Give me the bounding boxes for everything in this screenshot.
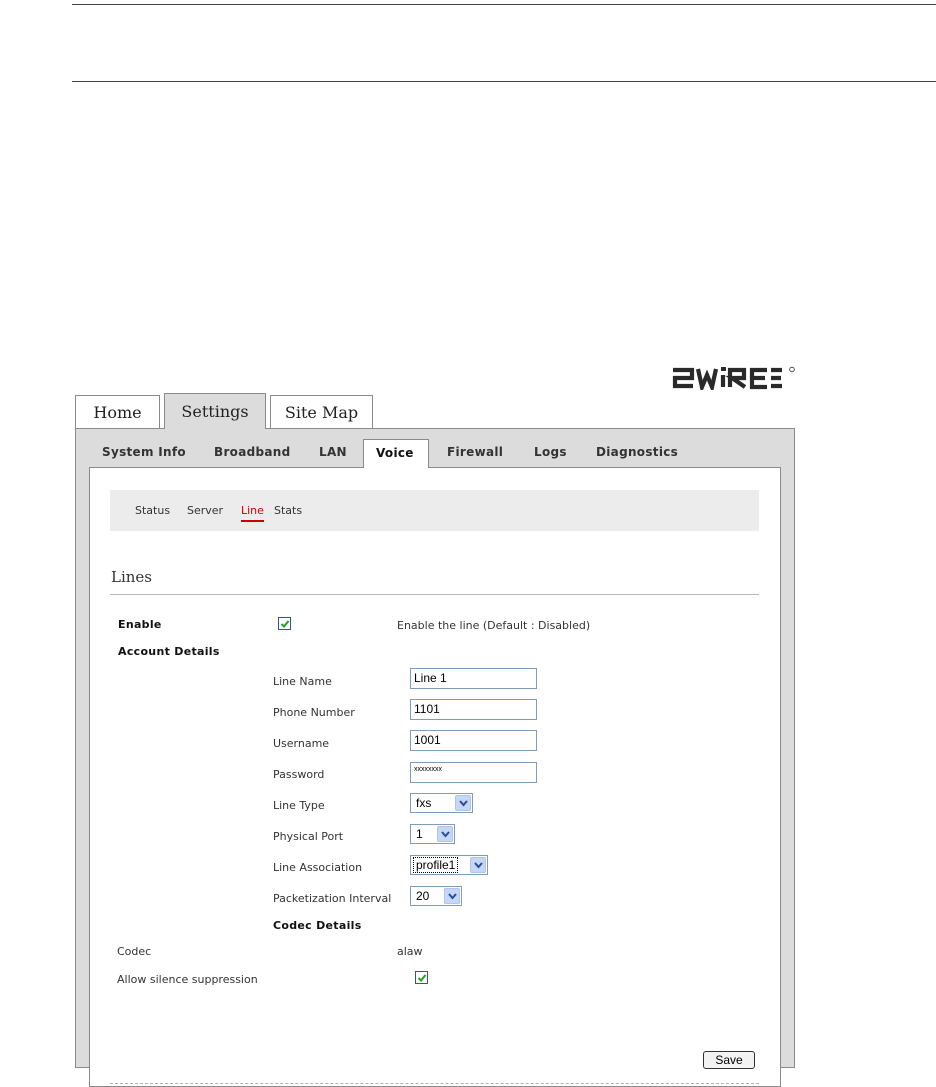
password-label: Password — [273, 768, 325, 781]
tab-settings-label: Settings — [181, 402, 249, 421]
enable-hint: Enable the line (Default : Disabled) — [397, 619, 591, 632]
subtab-diagnostics[interactable]: Diagnostics — [596, 445, 678, 459]
subtab-logs[interactable]: Logs — [534, 445, 567, 459]
checkmark-icon — [280, 620, 290, 628]
tab-site-map[interactable]: Site Map — [270, 395, 373, 428]
chevron-down-icon — [444, 888, 460, 904]
line-association-value: profile1 — [412, 857, 459, 873]
enable-label: Enable — [118, 618, 162, 631]
phone-number-label: Phone Number — [273, 706, 355, 719]
section-divider — [110, 594, 759, 595]
phone-number-input[interactable]: 1101 — [410, 699, 537, 720]
enable-checkbox[interactable] — [278, 617, 291, 630]
checkmark-icon — [417, 974, 427, 982]
tab-home-label: Home — [93, 402, 142, 422]
line-type-label: Line Type — [273, 799, 325, 812]
section-title: Lines — [111, 568, 152, 586]
voice-subnav: Status Server Line Stats — [110, 490, 759, 531]
line-name-label: Line Name — [273, 675, 332, 688]
codec-details-heading: Codec Details — [273, 919, 362, 932]
brand-logo — [671, 366, 798, 394]
subtab-voice[interactable]: Voice — [363, 439, 429, 468]
settings-subnav: System Info Broadband LAN Voice Firewall… — [76, 429, 794, 468]
footer-divider — [110, 1083, 759, 1084]
physical-port-select[interactable]: 1 — [410, 824, 455, 844]
silence-suppression-label: Allow silence suppression — [117, 973, 258, 986]
voice-nav-line[interactable]: Line — [241, 504, 264, 522]
packetization-label: Packetization Interval — [273, 892, 392, 905]
packetization-value: 20 — [416, 889, 430, 903]
codec-value: alaw — [397, 945, 423, 958]
subtab-broadband[interactable]: Broadband — [214, 445, 291, 459]
save-button[interactable]: Save — [703, 1051, 755, 1069]
chevron-down-icon — [470, 857, 486, 873]
subtab-lan[interactable]: LAN — [319, 445, 347, 459]
tab-site-map-label: Site Map — [284, 402, 359, 422]
line-type-value: fxs — [416, 796, 432, 810]
line-association-select[interactable]: profile1 — [410, 855, 488, 875]
account-details-heading: Account Details — [118, 645, 220, 658]
header-rule — [72, 81, 936, 82]
chevron-down-icon — [455, 795, 471, 811]
physical-port-value: 1 — [416, 827, 423, 841]
voice-content: Status Server Line Stats Lines Enable En… — [89, 467, 781, 1087]
password-input[interactable]: xxxxxxxx — [410, 762, 537, 783]
tab-home[interactable]: Home — [75, 395, 160, 428]
physical-port-label: Physical Port — [273, 830, 344, 843]
voice-nav-server[interactable]: Server — [187, 504, 223, 517]
subtab-firewall[interactable]: Firewall — [447, 445, 503, 459]
line-association-label: Line Association — [273, 861, 363, 874]
codec-label: Codec — [117, 945, 152, 958]
silence-suppression-checkbox[interactable] — [415, 971, 428, 984]
line-name-input[interactable]: Line 1 — [410, 668, 537, 689]
chevron-down-icon — [437, 826, 453, 842]
username-label: Username — [273, 737, 330, 750]
voice-nav-status[interactable]: Status — [135, 504, 170, 517]
top-rule — [72, 4, 936, 5]
username-input[interactable]: 1001 — [410, 730, 537, 751]
settings-panel: System Info Broadband LAN Voice Firewall… — [75, 428, 795, 1087]
save-button-label: Save — [715, 1053, 743, 1067]
packetization-select[interactable]: 20 — [410, 886, 462, 906]
voice-nav-stats[interactable]: Stats — [274, 504, 302, 517]
line-type-select[interactable]: fxs — [410, 793, 473, 813]
tab-settings[interactable]: Settings — [164, 393, 266, 429]
subtab-system-info[interactable]: System Info — [102, 445, 186, 459]
